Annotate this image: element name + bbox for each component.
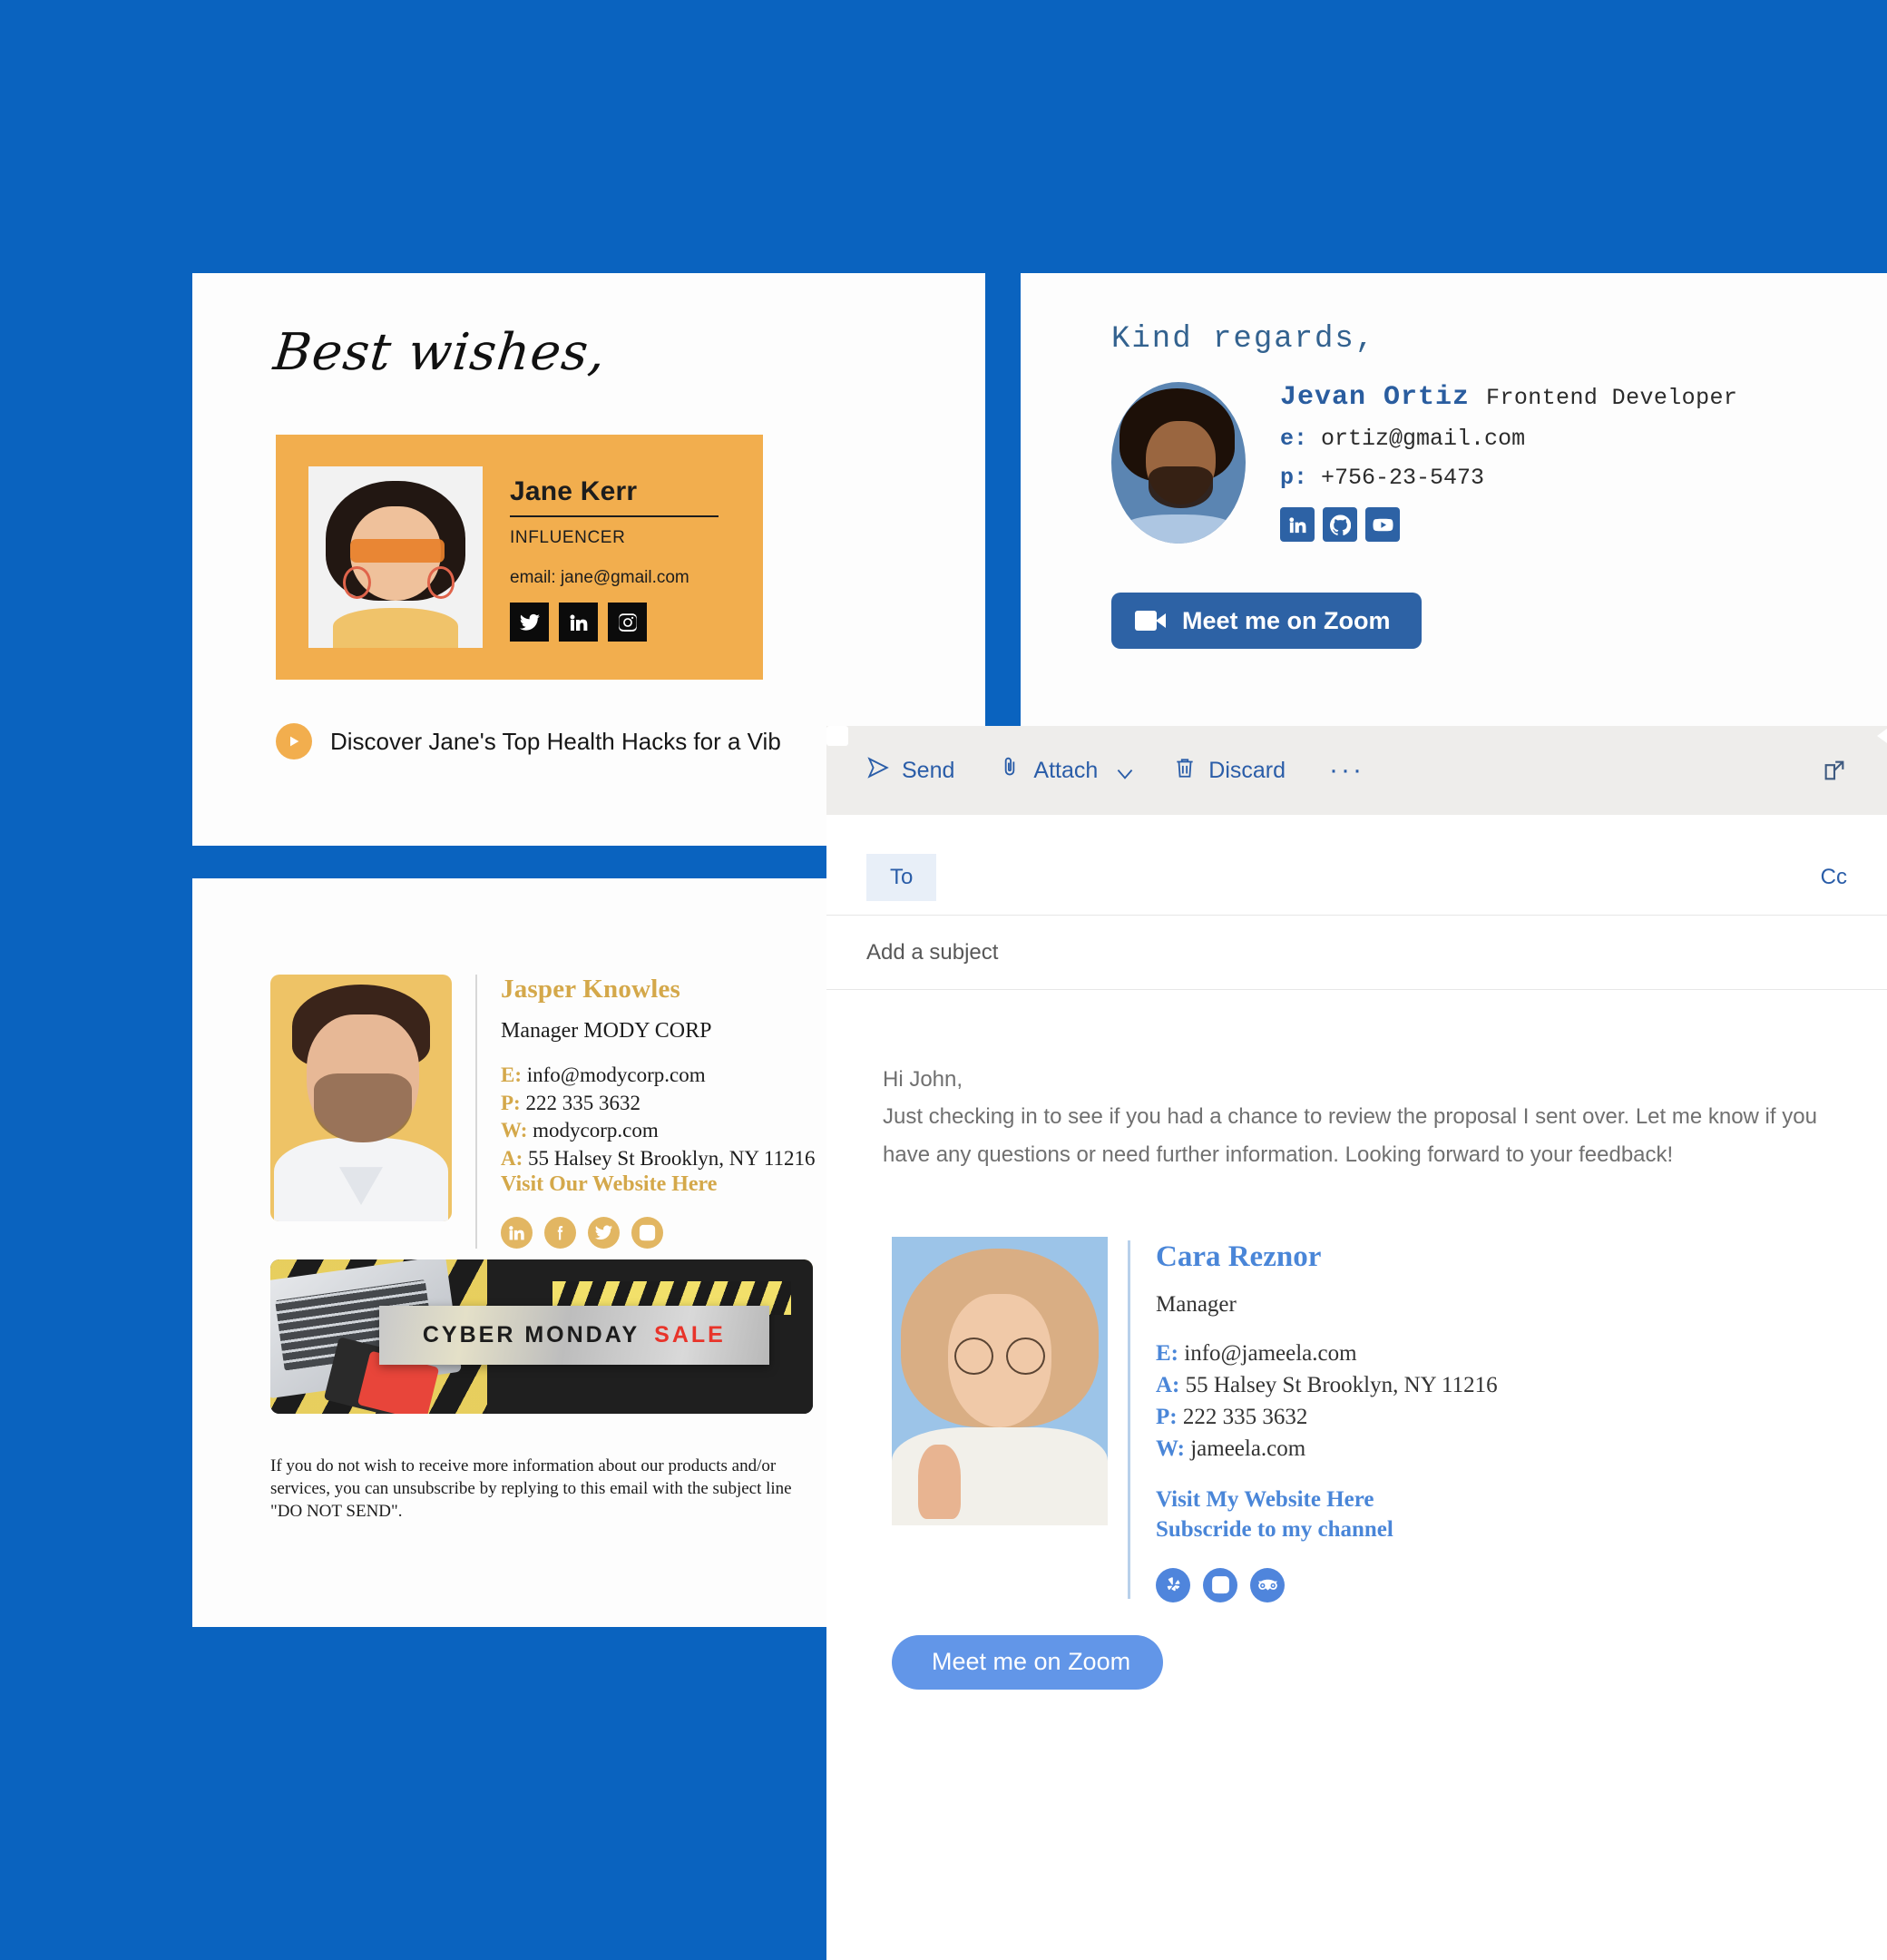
cara-channel-link[interactable]: Subscride to my channel bbox=[1156, 1517, 1393, 1542]
jasper-social-links bbox=[501, 1217, 815, 1250]
chevron-down-icon bbox=[1113, 762, 1133, 779]
contact-row: W: jameela.com bbox=[1156, 1436, 1306, 1461]
jevan-social-links bbox=[1280, 507, 1737, 542]
meet-on-zoom-button[interactable]: Meet me on Zoom bbox=[826, 726, 1887, 1690]
instagram-icon[interactable] bbox=[631, 1217, 663, 1250]
contact-row: P: 222 335 3632 bbox=[501, 1091, 640, 1114]
instagram-icon[interactable] bbox=[608, 603, 647, 642]
jane-social-links bbox=[510, 603, 719, 642]
play-icon bbox=[276, 723, 312, 760]
facebook-icon[interactable] bbox=[544, 1217, 576, 1250]
cara-avatar bbox=[892, 1236, 1108, 1525]
jane-promo-row[interactable]: Discover Jane's Top Health Hacks for a V… bbox=[276, 723, 781, 760]
cara-website-link[interactable]: Visit My Website Here bbox=[1156, 1487, 1374, 1512]
linkedin-icon[interactable] bbox=[1280, 507, 1315, 542]
body-paragraph: Just checking in to see if you had a cha… bbox=[883, 1104, 1817, 1167]
yelp-icon[interactable] bbox=[1156, 1567, 1190, 1602]
contact-row: A: 55 Halsey St Brooklyn, NY 11216 bbox=[1156, 1372, 1498, 1397]
divider bbox=[475, 975, 477, 1250]
jevan-phone: +756-23-5473 bbox=[1321, 465, 1485, 491]
discard-button[interactable]: Discard bbox=[1173, 756, 1286, 786]
twitter-icon[interactable] bbox=[588, 1217, 620, 1250]
body-greeting: Hi John, bbox=[883, 1067, 963, 1092]
cyber-monday-banner[interactable]: CYBER MONDAY SALE bbox=[270, 1259, 813, 1414]
unsubscribe-disclaimer: If you do not wish to receive more infor… bbox=[270, 1456, 792, 1522]
to-input[interactable] bbox=[936, 864, 1821, 890]
linkedin-icon[interactable] bbox=[559, 603, 598, 642]
signature-card-jevan: Kind regards, Jevan Ortiz Frontend Devel… bbox=[1021, 273, 1887, 726]
contact-row: A: 55 Halsey St Brooklyn, NY 11216 bbox=[501, 1146, 816, 1170]
linkedin-icon[interactable] bbox=[501, 1217, 533, 1250]
zoom-button-label: Meet me on Zoom bbox=[1182, 606, 1391, 634]
closing-line: Best wishes, bbox=[270, 323, 610, 382]
jasper-contacts: E: info@modycorp.com P: 222 335 3632 W: … bbox=[501, 1062, 815, 1172]
email-label: e: bbox=[1280, 426, 1308, 452]
banner-accent-text: SALE bbox=[654, 1321, 726, 1348]
attach-button[interactable]: Attach bbox=[998, 756, 1133, 786]
tripadvisor-icon[interactable] bbox=[1250, 1567, 1285, 1602]
jane-avatar bbox=[308, 466, 483, 648]
cc-button[interactable]: Cc bbox=[1821, 865, 1847, 890]
send-icon bbox=[866, 756, 890, 786]
send-button[interactable]: Send bbox=[866, 756, 954, 786]
more-options-button[interactable]: ··· bbox=[1329, 757, 1364, 784]
compose-toolbar: Send Attach Discard ··· bbox=[826, 726, 1887, 815]
jane-role: INFLUENCER bbox=[510, 528, 626, 547]
jevan-phone-row: p: +756-23-5473 bbox=[1280, 465, 1737, 491]
paperclip-icon bbox=[998, 756, 1022, 786]
jevan-avatar bbox=[1111, 382, 1246, 544]
github-icon[interactable] bbox=[1323, 507, 1357, 542]
jevan-role: Frontend Developer bbox=[1486, 385, 1738, 411]
popout-icon[interactable] bbox=[1822, 758, 1847, 783]
jasper-name: Jasper Knowles bbox=[501, 975, 681, 1004]
video-camera-icon bbox=[1135, 611, 1166, 631]
contact-row: E: info@modycorp.com bbox=[501, 1063, 706, 1086]
cara-social-links bbox=[1156, 1567, 1498, 1602]
compose-body[interactable]: Hi John, Just checking in to see if you … bbox=[826, 726, 1887, 1690]
jasper-website-link[interactable]: Visit Our Website Here bbox=[501, 1172, 717, 1196]
jane-signature-band: Jane Kerr INFLUENCER email: jane@gmail.c… bbox=[276, 435, 763, 680]
twitter-icon[interactable] bbox=[510, 603, 549, 642]
contact-row: W: modycorp.com bbox=[501, 1119, 659, 1142]
jane-email: email: jane@gmail.com bbox=[510, 568, 689, 587]
divider bbox=[1128, 1240, 1130, 1599]
banner-main-text: CYBER MONDAY bbox=[422, 1321, 640, 1348]
subject-input[interactable] bbox=[866, 939, 1847, 965]
subject-row bbox=[826, 916, 1887, 990]
cara-name: Cara Reznor bbox=[1156, 1240, 1322, 1273]
recipient-row: To Cc bbox=[826, 839, 1887, 916]
divider bbox=[510, 515, 719, 517]
instagram-icon[interactable] bbox=[1203, 1567, 1237, 1602]
signature-cara: Cara Reznor Manager E: info@jameela.com … bbox=[883, 1236, 1847, 1602]
jevan-name: Jevan Ortiz bbox=[1280, 382, 1471, 413]
jane-promo-text: Discover Jane's Top Health Hacks for a V… bbox=[330, 727, 781, 755]
cara-role: Manager bbox=[1156, 1291, 1237, 1317]
cara-contacts: E: info@jameela.com A: 55 Halsey St Broo… bbox=[1156, 1338, 1498, 1465]
jane-name: Jane Kerr bbox=[510, 476, 638, 506]
closing-line: Kind regards, bbox=[1111, 322, 1376, 357]
to-label[interactable]: To bbox=[866, 853, 937, 901]
meet-on-zoom-button[interactable]: Meet me on Zoom bbox=[1111, 593, 1422, 649]
zoom-button-label: Meet me on Zoom bbox=[932, 1648, 1131, 1676]
phone-label: p: bbox=[1280, 465, 1308, 491]
jasper-avatar bbox=[270, 975, 452, 1221]
jevan-email-row: e: ortiz@gmail.com bbox=[1280, 426, 1737, 452]
trash-icon bbox=[1173, 756, 1197, 786]
email-compose-window: Send Attach Discard ··· To Cc Hi John, J… bbox=[826, 726, 1887, 1960]
jevan-email: ortiz@gmail.com bbox=[1321, 426, 1526, 452]
contact-row: E: info@jameela.com bbox=[1156, 1340, 1357, 1366]
jasper-role: Manager MODY CORP bbox=[501, 1019, 712, 1043]
youtube-icon[interactable] bbox=[1365, 507, 1400, 542]
contact-row: P: 222 335 3632 bbox=[1156, 1404, 1308, 1429]
